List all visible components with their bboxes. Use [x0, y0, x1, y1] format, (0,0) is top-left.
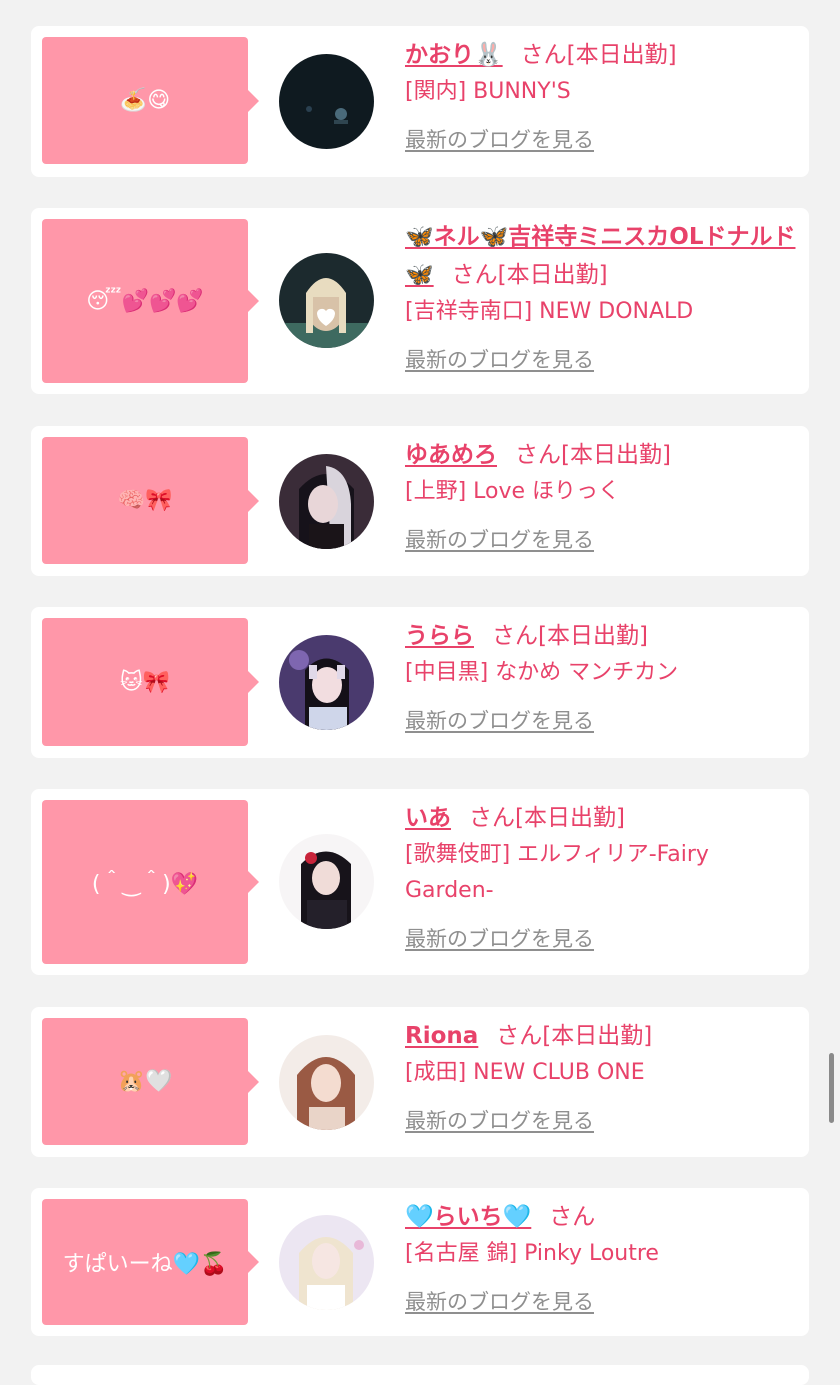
- comment-bubble: (＾‿＾)💖: [42, 800, 259, 964]
- shop-label: [上野] Love ほりっく: [405, 479, 621, 504]
- blog-card: すぱいーね🩵🍒 🩵らいち🩵 さん [名古屋 錦] Pinky Loutre 最新の…: [31, 1188, 809, 1336]
- blog-card: 🐱🎀 うらら さん[本日出勤] [中目黒] なかめ マンチカン 最新のブログを見る: [31, 607, 809, 758]
- blog-card: 😴💕💕💕 🦋ネル🦋吉祥寺ミニスカOLドナルド🦋 さん[本日出勤] [吉祥寺南口] …: [31, 208, 809, 394]
- avatar[interactable]: [279, 834, 374, 929]
- blog-link[interactable]: 最新のブログを見る: [405, 524, 594, 554]
- girl-name-link[interactable]: うらら: [405, 623, 474, 649]
- blog-link[interactable]: 最新のブログを見る: [405, 1286, 594, 1316]
- comment-bubble: 🧠🎀: [42, 437, 259, 564]
- blog-card-partial: [31, 1365, 809, 1385]
- status-label: さん[本日出勤]: [515, 442, 671, 468]
- blog-card: 🧠🎀 ゆあめろ さん[本日出勤] [上野] Love ほりっく 最新のブログを見る: [31, 426, 809, 576]
- girl-name-link[interactable]: Riona: [405, 1023, 478, 1049]
- avatar[interactable]: [279, 454, 374, 549]
- status-label: さん[本日出勤]: [520, 42, 677, 68]
- shop-label: [成田] NEW CLUB ONE: [405, 1060, 645, 1085]
- girl-name-link[interactable]: かおり🐰: [405, 42, 503, 68]
- avatar[interactable]: [279, 253, 374, 348]
- blog-link[interactable]: 最新のブログを見る: [405, 344, 594, 374]
- status-label: さん[本日出勤]: [492, 623, 648, 649]
- girl-name-link[interactable]: ゆあめろ: [405, 442, 497, 468]
- blog-link[interactable]: 最新のブログを見る: [405, 1105, 594, 1135]
- blog-link[interactable]: 最新のブログを見る: [405, 923, 594, 953]
- shop-label: [吉祥寺南口] NEW DONALD: [405, 299, 694, 324]
- comment-bubble: すぱいーね🩵🍒: [42, 1199, 259, 1325]
- avatar[interactable]: [279, 1215, 374, 1310]
- blog-card: 🍝😋 かおり🐰 さん[本日出勤] [関内] BUNNY'S 最新のブログを見る: [31, 26, 809, 177]
- status-label: さん: [549, 1204, 596, 1230]
- status-label: さん[本日出勤]: [496, 1023, 653, 1049]
- shop-label: [歌舞伎町] エルフィリア-Fairy Garden-: [405, 842, 709, 903]
- shop-label: [関内] BUNNY'S: [405, 79, 571, 104]
- comment-bubble: 🐹🤍: [42, 1018, 259, 1145]
- blog-card: (＾‿＾)💖 いあ さん[本日出勤] [歌舞伎町] エルフィリア-Fairy Ga…: [31, 789, 809, 975]
- scrollbar[interactable]: [829, 1053, 834, 1123]
- girl-name-link[interactable]: いあ: [405, 805, 451, 831]
- blog-link[interactable]: 最新のブログを見る: [405, 705, 594, 735]
- shop-label: [名古屋 錦] Pinky Loutre: [405, 1241, 659, 1266]
- avatar[interactable]: [279, 635, 374, 730]
- girl-name-link[interactable]: 🩵らいち🩵: [405, 1204, 531, 1230]
- avatar[interactable]: [279, 54, 374, 149]
- avatar[interactable]: [279, 1035, 374, 1130]
- comment-bubble: 🐱🎀: [42, 618, 259, 746]
- blog-link[interactable]: 最新のブログを見る: [405, 124, 594, 154]
- status-label: さん[本日出勤]: [469, 805, 625, 831]
- comment-bubble: 😴💕💕💕: [42, 219, 259, 383]
- comment-bubble: 🍝😋: [42, 37, 259, 164]
- shop-label: [中目黒] なかめ マンチカン: [405, 660, 679, 685]
- status-label: さん[本日出勤]: [451, 262, 608, 288]
- blog-card: 🐹🤍 Riona さん[本日出勤] [成田] NEW CLUB ONE 最新のブロ…: [31, 1007, 809, 1157]
